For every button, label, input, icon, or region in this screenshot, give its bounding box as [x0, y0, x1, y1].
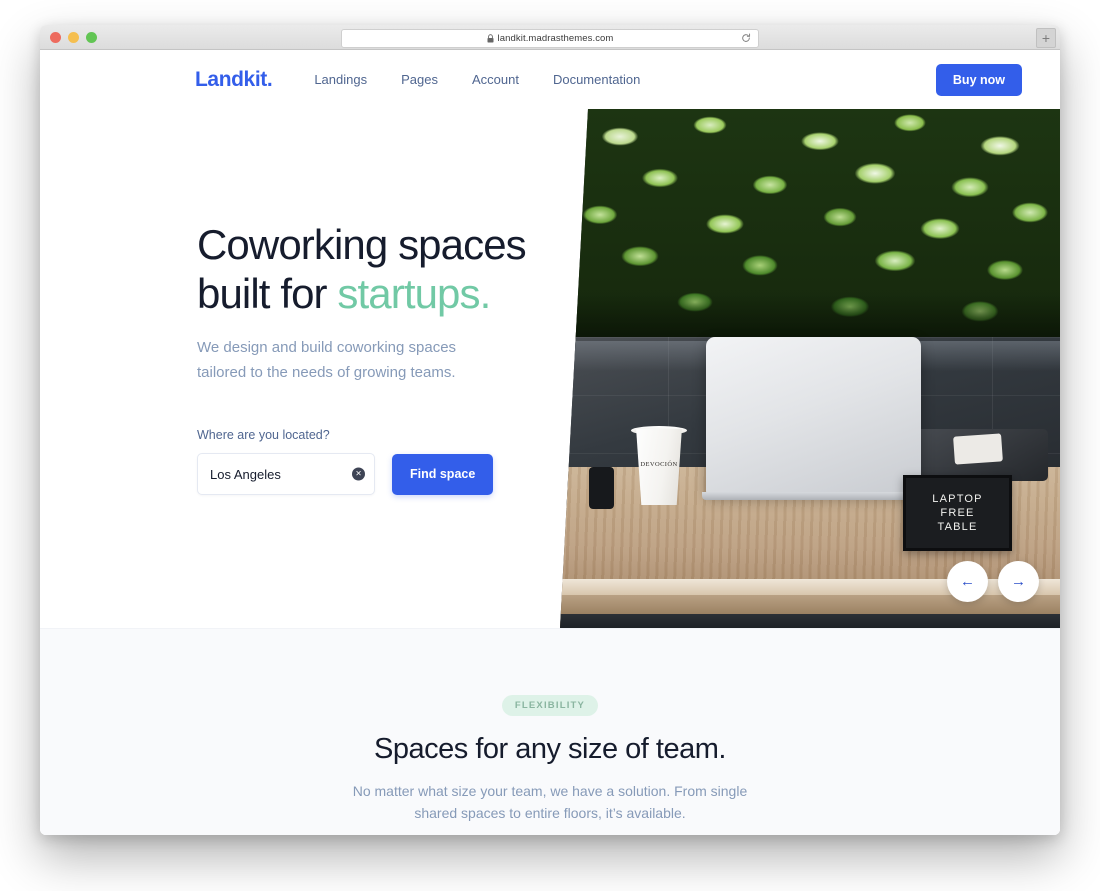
new-tab-button[interactable]: + [1036, 28, 1056, 48]
nav-item-landings[interactable]: Landings [314, 72, 367, 87]
phone-object [589, 467, 614, 509]
location-input-wrapper[interactable]: × [197, 453, 375, 496]
address-bar[interactable]: landkit.madrasthemes.com [341, 29, 759, 48]
hero-section: DEVOCIÓN LAPTOP FREE TABLE ← → Coworking… [40, 109, 1060, 628]
hero-subtitle: We design and build coworking spaces tai… [197, 336, 527, 385]
minimize-window-button[interactable] [68, 31, 79, 43]
site-navbar: Landkit. Landings Pages Account Document… [40, 50, 1060, 109]
sign-line-3: TABLE [937, 521, 978, 533]
coffee-cup-brand: DEVOCIÓN [640, 461, 678, 468]
reload-icon[interactable] [741, 30, 751, 48]
macbook-laptop [706, 337, 921, 494]
buy-now-button[interactable]: Buy now [935, 63, 1022, 96]
carousel-next-icon[interactable]: → [998, 561, 1039, 602]
chalkboard-sign: LAPTOP FREE TABLE [903, 475, 1012, 551]
sign-line-1: LAPTOP [932, 493, 983, 505]
flexibility-badge: FLEXIBILITY [501, 695, 599, 716]
hero-title: Coworking spaces built for startups. [197, 221, 527, 318]
hero-title-accent: startups. [337, 269, 491, 317]
url-text: landkit.madrasthemes.com [497, 33, 614, 44]
close-window-button[interactable] [50, 31, 61, 43]
flexibility-section: FLEXIBILITY Spaces for any size of team.… [40, 628, 1060, 835]
flexibility-subtitle-line2: spaces to entire floors, it’s available. [461, 804, 686, 821]
carousel-controls: ← → [947, 561, 1039, 602]
find-space-button[interactable]: Find space [392, 453, 494, 495]
hero-subtitle-line2: tailored to the needs of growing teams. [197, 363, 456, 381]
browser-window: landkit.madrasthemes.com + Landkit. Land… [40, 25, 1060, 835]
hero-title-line2: built for [197, 269, 338, 317]
hero-title-line1: Coworking spaces [197, 221, 527, 268]
flexibility-title: Spaces for any size of team. [374, 733, 726, 765]
hero-photo: DEVOCIÓN LAPTOP FREE TABLE [560, 109, 1060, 628]
carousel-prev-icon[interactable]: ← [947, 561, 988, 602]
browser-toolbar: landkit.madrasthemes.com + [40, 25, 1060, 50]
site-logo[interactable]: Landkit. [195, 68, 273, 92]
primary-nav: Landings Pages Account Documentation [314, 72, 640, 87]
maximize-window-button[interactable] [86, 31, 97, 43]
clear-input-icon[interactable]: × [352, 467, 365, 481]
page-content: Landkit. Landings Pages Account Document… [40, 50, 1060, 835]
window-controls [50, 25, 97, 49]
location-input[interactable] [198, 454, 374, 495]
nav-item-account[interactable]: Account [472, 72, 519, 87]
napkin-object [953, 433, 1003, 465]
nav-item-documentation[interactable]: Documentation [553, 72, 640, 87]
sign-line-2: FREE [940, 507, 975, 519]
location-form-label: Where are you located? [197, 428, 330, 443]
hero-image: DEVOCIÓN LAPTOP FREE TABLE [560, 109, 1060, 628]
floor-strip [560, 614, 1060, 628]
hero-subtitle-line1: We design and build coworking spaces [197, 339, 457, 357]
lock-icon [487, 30, 494, 48]
hero-copy: Coworking spaces built for startups. We … [197, 221, 527, 496]
flexibility-subtitle: No matter what size your team, we have a… [330, 781, 770, 824]
nav-item-pages[interactable]: Pages [401, 72, 438, 87]
location-form: × Find space [197, 453, 527, 496]
macbook-base [702, 492, 925, 500]
